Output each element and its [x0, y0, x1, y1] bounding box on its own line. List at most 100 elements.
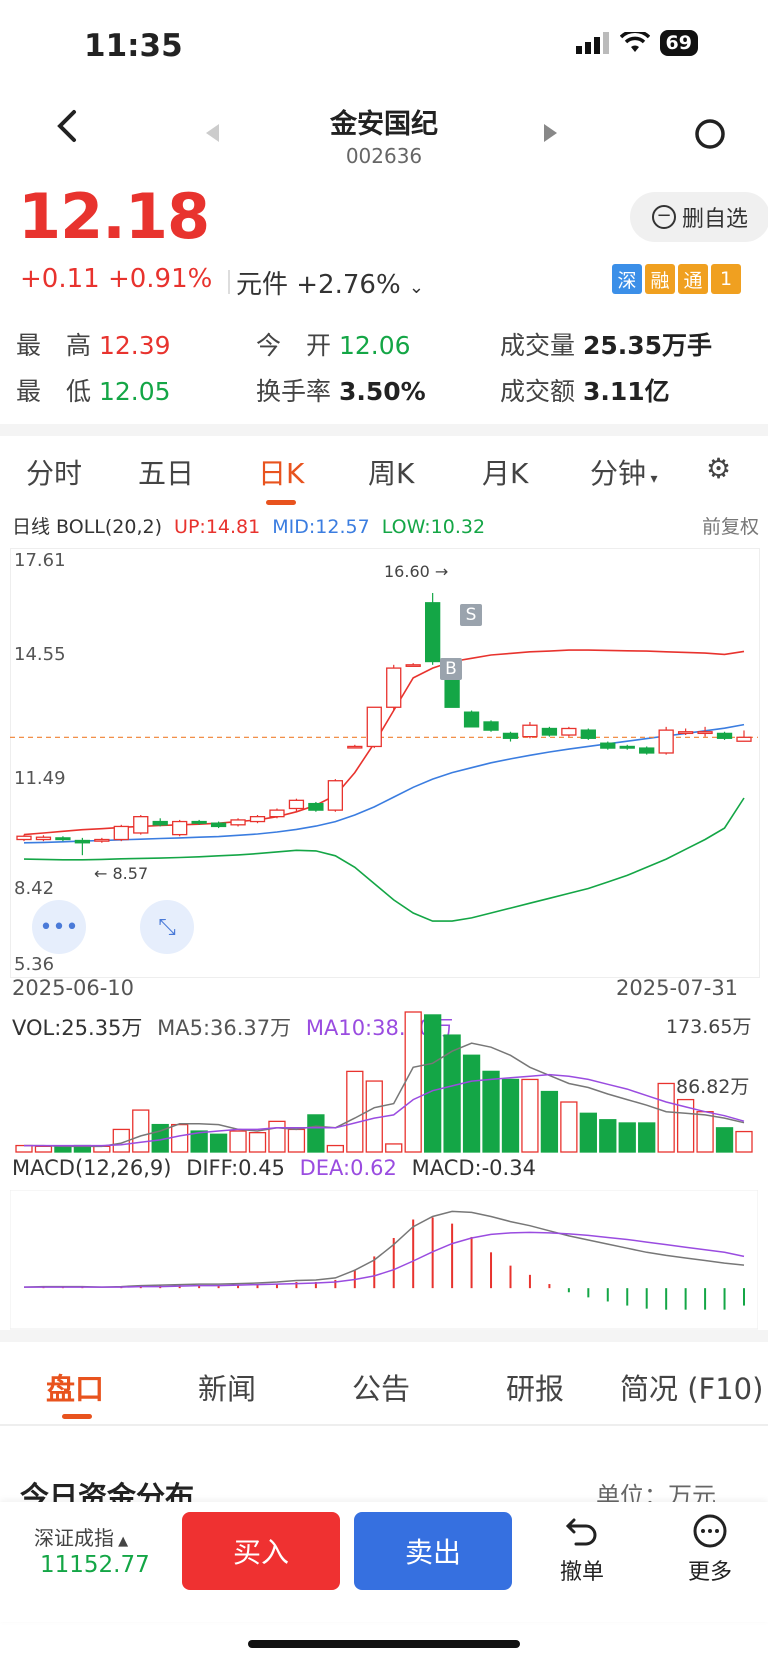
tab-announcements[interactable]: 公告	[352, 1366, 410, 1408]
fullscreen-icon[interactable]: ⤡	[140, 900, 194, 954]
candle-body	[249, 816, 266, 823]
price-axis-label: 8.42	[14, 878, 55, 899]
price-chart[interactable]	[10, 548, 758, 976]
sell-point-marker[interactable]: S	[460, 604, 482, 626]
volume-bar	[326, 1144, 345, 1153]
buy-button[interactable]: 买入	[182, 1512, 340, 1590]
volume-bar	[346, 1070, 364, 1153]
candle-body	[424, 602, 441, 663]
volume-stat: 成交量 25.35万手	[500, 331, 713, 360]
settings-icon[interactable]: ⚙	[706, 452, 731, 485]
more-icon	[693, 1514, 727, 1548]
price-axis-label: 11.49	[14, 768, 66, 789]
search-icon[interactable]	[694, 118, 730, 154]
candle-body	[522, 724, 538, 738]
high-stat: 最 高 12.39	[16, 331, 171, 360]
volume-bar	[521, 1078, 539, 1153]
candle-body	[230, 819, 246, 826]
volume-ma5-line	[24, 1042, 745, 1148]
buy-point-marker[interactable]: B	[440, 658, 462, 680]
candle-body	[366, 706, 382, 748]
candle-body	[405, 664, 421, 667]
macd-chart[interactable]	[10, 1190, 758, 1330]
tab-news[interactable]: 新闻	[198, 1366, 256, 1408]
candle-body	[619, 745, 635, 749]
candle-body	[541, 727, 558, 736]
sector-change[interactable]: 元件 +2.76% ⌄	[236, 264, 424, 301]
more-options-icon[interactable]: •••	[32, 900, 86, 954]
amount-stat: 成交额 3.11亿	[500, 377, 670, 406]
more-button[interactable]: 更多	[684, 1514, 736, 1586]
price-axis-label: 5.36	[14, 954, 55, 975]
active-tab-underline	[266, 500, 296, 505]
volume-bar	[618, 1122, 636, 1153]
volume-bar	[268, 1120, 286, 1153]
more-label: 更多	[687, 1560, 732, 1585]
tab-monthly-k[interactable]: 月K	[482, 452, 528, 492]
volume-bar	[482, 1070, 500, 1153]
volume-bar	[248, 1132, 267, 1153]
candle-body	[16, 835, 32, 841]
candle-body	[736, 736, 752, 742]
boll-upper-line	[23, 649, 745, 836]
tab-order-book[interactable]: 盘口	[46, 1366, 104, 1408]
volume-bar	[229, 1130, 247, 1153]
turnover-stat: 换手率 3.50%	[256, 377, 426, 406]
next-stock-arrow-icon[interactable]	[544, 124, 557, 142]
volume-bar	[132, 1109, 150, 1153]
signal-icon	[575, 32, 609, 54]
boll-legend: 日线 BOLL(20,2) UP:14.81 MID:12.57 LOW:10.…	[12, 516, 486, 538]
candle-body	[580, 729, 596, 739]
stock-code: 002636	[345, 144, 423, 168]
tab-minute[interactable]: 分钟 ▾	[590, 452, 658, 492]
sell-button[interactable]: 卖出	[354, 1512, 512, 1590]
volume-bar	[560, 1101, 578, 1153]
candle-body	[308, 802, 324, 811]
remove-watchlist-button[interactable]: − 删自选	[630, 192, 768, 242]
badges: 深 融 通 1	[612, 264, 741, 294]
adjust-type[interactable]: 前复权	[702, 512, 759, 539]
badge-shenzhen: 深	[612, 264, 642, 294]
end-date: 2025-07-31	[616, 976, 739, 1000]
volume-bar	[462, 1054, 481, 1153]
stock-title: 金安国纪	[330, 109, 438, 140]
status-time: 11:35	[84, 28, 183, 64]
boll-lower-line	[23, 797, 745, 922]
tab-intraday[interactable]: 分时	[26, 452, 82, 492]
tab-five-day[interactable]: 五日	[138, 452, 194, 492]
badge-margin: 融	[645, 264, 675, 294]
tab-research[interactable]: 研报	[506, 1366, 564, 1408]
candle-body	[677, 731, 694, 735]
volume-bar	[579, 1112, 597, 1153]
candle-body	[191, 820, 207, 824]
up-triangle-icon: ▲	[114, 1534, 129, 1549]
volume-chart[interactable]	[10, 1008, 758, 1154]
price-axis-label: 14.55	[14, 644, 66, 665]
current-price: 12.18	[18, 180, 210, 253]
tab-profile[interactable]: 简况 (F10)	[620, 1366, 763, 1408]
volume-bar	[34, 1145, 53, 1153]
tab-weekly-k[interactable]: 周K	[368, 452, 414, 492]
candle-body	[639, 747, 655, 754]
badge-connect: 通	[678, 264, 708, 294]
macd-legend: MACD(12,26,9) DIFF:0.45 DEA:0.62 MACD:-0…	[12, 1156, 536, 1180]
volume-bar	[171, 1123, 189, 1153]
section-separator	[0, 424, 768, 436]
status-icons: 69	[575, 30, 698, 56]
volume-bar	[93, 1145, 111, 1153]
candle-body	[483, 721, 499, 731]
candle-body	[288, 799, 305, 810]
candle-body	[347, 745, 363, 749]
candle-body	[172, 820, 188, 836]
index-name[interactable]: 深证成指 ▲	[34, 1522, 128, 1551]
battery-indicator: 69	[659, 30, 698, 56]
volume-bar	[15, 1144, 33, 1153]
section-separator	[0, 1330, 768, 1342]
chevron-down-icon: ⌄	[408, 277, 425, 298]
boll-mid-line	[23, 723, 745, 844]
tab-daily-k[interactable]: 日K	[258, 452, 304, 492]
macd-diff-line	[23, 1210, 745, 1288]
candle-body	[269, 809, 285, 818]
volume-bar	[599, 1119, 617, 1153]
undo-button[interactable]: 撤单	[556, 1514, 608, 1586]
